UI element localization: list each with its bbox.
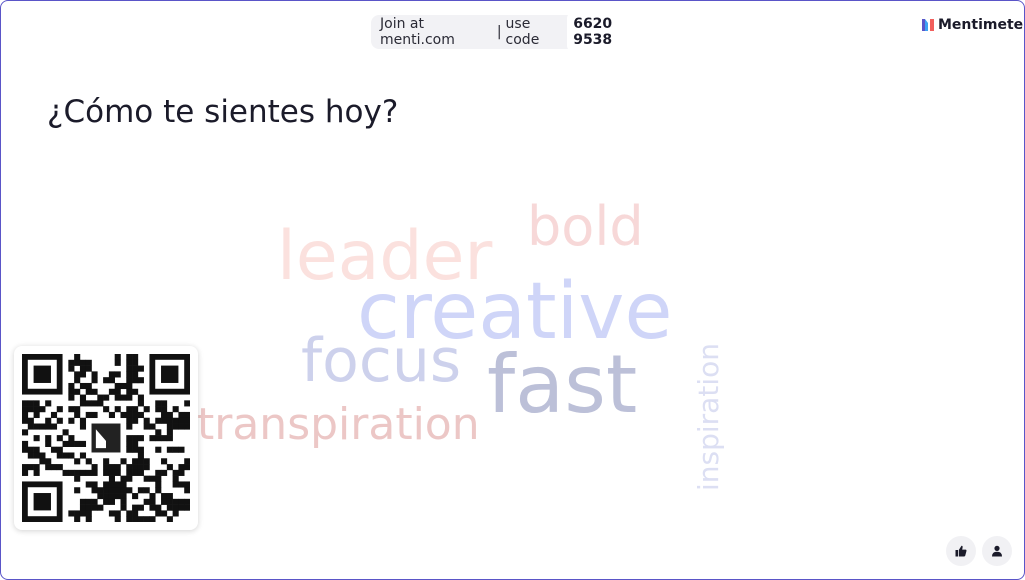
brand-name: Mentimeter [938, 17, 1025, 33]
brand: Mentimeter [922, 17, 1025, 33]
qr-code-icon [22, 354, 190, 522]
join-prefix: Join at menti.com [380, 16, 455, 48]
like-button[interactable] [946, 536, 976, 566]
join-instructions: Join at menti.com | use code 6620 9538 [371, 13, 655, 51]
presentation-frame: Join at menti.com | use code 6620 9538 M… [0, 0, 1025, 580]
join-separator: | [496, 24, 502, 40]
word-cloud-word: bold [527, 195, 644, 258]
word-cloud-word: focus [301, 326, 462, 396]
qr-card [14, 346, 198, 530]
word-cloud-word: inspiration [692, 343, 725, 491]
question-title: ¿Cómo te sientes hoy? [47, 93, 399, 130]
participant-button[interactable] [982, 536, 1012, 566]
word-cloud-word: transpiration [197, 399, 480, 450]
thumbs-up-icon [955, 545, 967, 557]
join-code: 6620 9538 [567, 13, 655, 51]
user-icon [992, 545, 1002, 557]
word-cloud-word: fast [487, 338, 638, 431]
use-code-label: use code [505, 16, 540, 48]
mentimeter-logo-icon [922, 19, 934, 31]
